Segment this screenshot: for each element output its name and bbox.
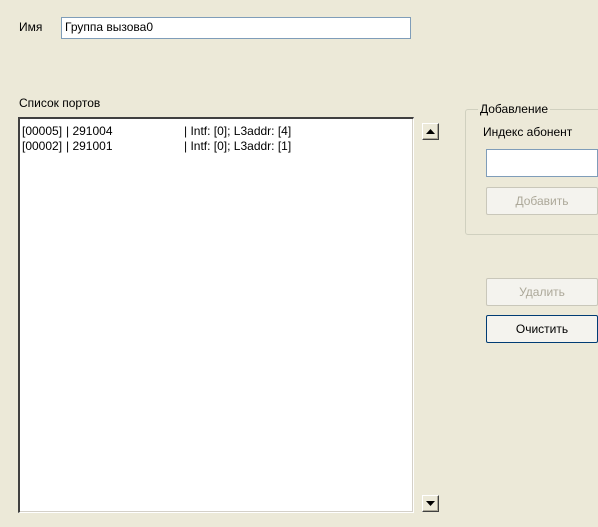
delete-button[interactable]: Удалить [486, 278, 598, 306]
triangle-up-icon [426, 129, 435, 134]
scroll-down-button[interactable] [422, 495, 439, 512]
add-groupbox-title: Добавление [478, 102, 550, 116]
name-input[interactable]: Группа вызова0 [61, 17, 411, 39]
ports-listbox[interactable]: [00005] | 291004 | Intf: [0]; L3addr: [4][… [18, 117, 414, 513]
port-row[interactable]: [00002] | 291001 | Intf: [0]; L3addr: [1] [22, 139, 402, 154]
port-number: | 291004 [66, 124, 113, 138]
port-info: | Intf: [0]; L3addr: [1] [184, 139, 292, 153]
port-number: | 291001 [66, 139, 113, 153]
scroll-up-button[interactable] [422, 123, 439, 140]
clear-button[interactable]: Очистить [486, 315, 598, 343]
port-id: [00005] [22, 124, 63, 138]
port-row[interactable]: [00005] | 291004 | Intf: [0]; L3addr: [4] [22, 124, 402, 139]
port-info: | Intf: [0]; L3addr: [4] [184, 124, 292, 138]
name-label: Имя [19, 20, 43, 34]
ports-label: Список портов [19, 96, 101, 110]
triangle-down-icon [426, 501, 435, 506]
port-id: [00002] [22, 139, 63, 153]
index-label: Индекс абонент [483, 125, 573, 139]
index-input[interactable] [486, 149, 598, 177]
add-button[interactable]: Добавить [486, 187, 598, 215]
